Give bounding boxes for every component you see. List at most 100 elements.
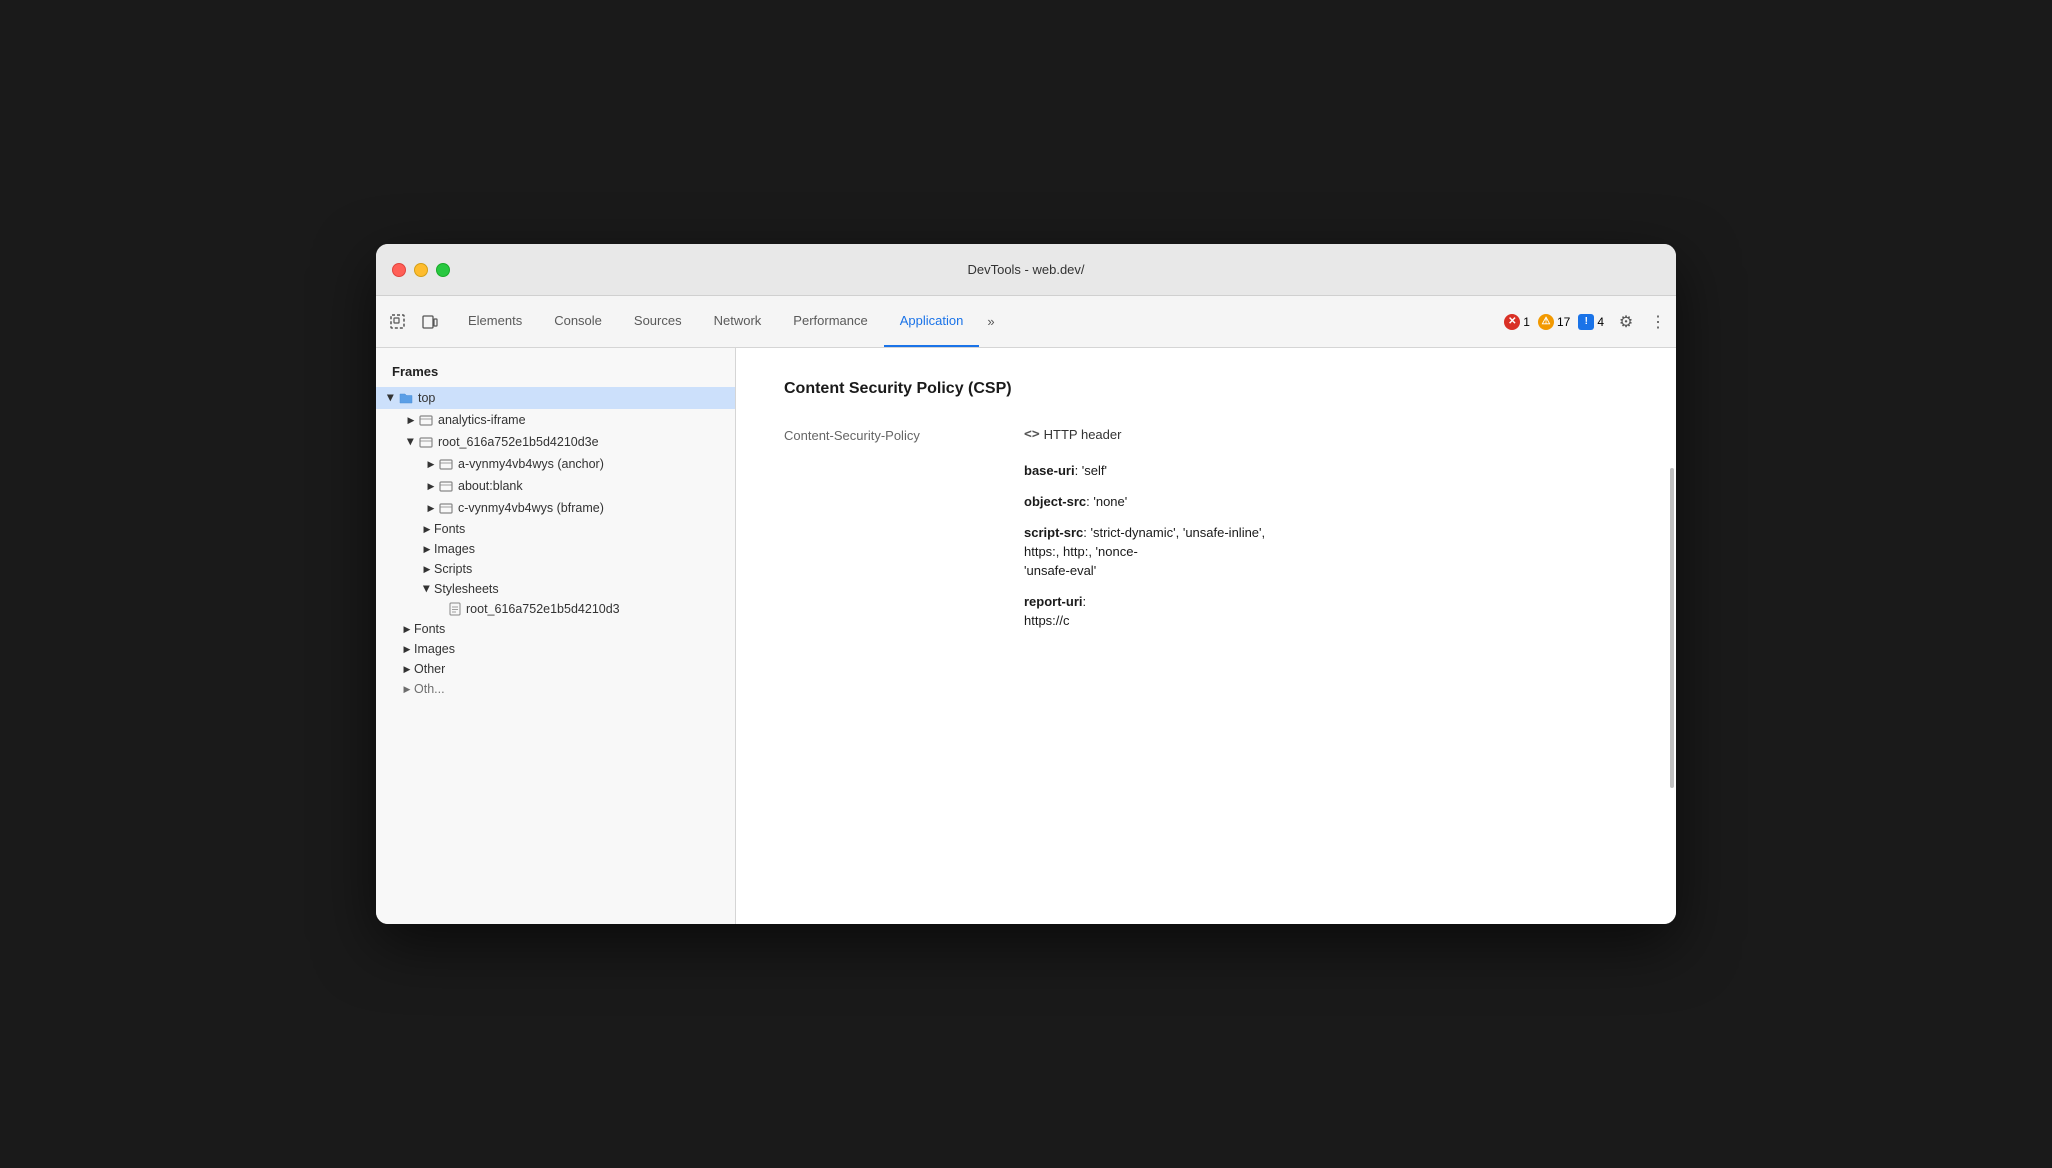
tab-bar: Elements Console Sources Network Perform… [452,296,1504,347]
csp-key-https-c [784,613,984,615]
warning-badge[interactable]: ⚠ 17 [1538,314,1570,330]
tab-network[interactable]: Network [698,296,778,347]
sidebar-label-images-root: Images [434,542,475,556]
csp-value-script-src: script-src: 'strict-dynamic', 'unsafe-in… [1024,525,1628,540]
folder-icon-top [398,390,414,406]
file-icon-stylesheet [448,602,462,616]
folder-icon-root [418,434,434,450]
csp-key-nonce [784,544,984,546]
minimize-button[interactable] [414,263,428,277]
sidebar-item-top[interactable]: ▶ top [376,387,735,409]
csp-row-base-uri: base-uri: 'self' [784,463,1628,478]
csp-row-object-src: object-src: 'none' [784,494,1628,509]
sidebar-item-scripts-root[interactable]: ▶ Scripts [376,559,735,579]
element-picker-button[interactable] [384,308,412,336]
tree-arrow-fonts-top: ▶ [400,622,414,636]
traffic-lights [392,263,450,277]
main-content: Frames ▶ top ▶ analytics-iframe ▶ [376,348,1676,924]
tree-arrow-a-anchor: ▶ [424,457,438,471]
sidebar-label-analytics: analytics-iframe [438,413,526,427]
devtools-window: DevTools - web.dev/ Elements [376,244,1676,924]
content-scrollbar-thumb [1670,468,1674,788]
csp-key-base-uri [784,463,984,465]
sidebar-label-other-2: Oth... [414,682,445,696]
sidebar-item-stylesheets-root[interactable]: ▶ Stylesheets [376,579,735,599]
error-badge[interactable]: ✕ 1 [1504,314,1530,330]
csp-key-script-src [784,525,984,527]
sidebar-item-a-anchor[interactable]: ▶ a-vynmy4vb4wys (anchor) [376,453,735,475]
sidebar-label-scripts-root: Scripts [434,562,472,576]
sidebar-item-root-frame[interactable]: ▶ root_616a752e1b5d4210d3e [376,431,735,453]
titlebar: DevTools - web.dev/ [376,244,1676,296]
content-scrollbar[interactable] [1668,348,1676,924]
sidebar-item-about-blank[interactable]: ▶ about:blank [376,475,735,497]
csp-key-header: Content-Security-Policy [784,426,984,443]
more-options-button[interactable]: ⋮ [1648,308,1668,336]
tree-arrow-stylesheets: ▶ [420,582,434,596]
directive-report-uri: report-uri [1024,594,1083,609]
window-title: DevTools - web.dev/ [967,262,1084,277]
maximize-button[interactable] [436,263,450,277]
csp-row-unsafe-eval: 'unsafe-eval' [784,563,1628,578]
csp-table: Content-Security-Policy <> HTTP header b… [784,426,1628,628]
tree-arrow-analytics: ▶ [404,413,418,427]
info-badge[interactable]: ! 4 [1578,314,1604,330]
csp-value-nonce: https:, http:, 'nonce- [1024,544,1628,559]
csp-row-report-uri: report-uri: [784,594,1628,609]
folder-icon-analytics [418,412,434,428]
tab-elements[interactable]: Elements [452,296,538,347]
sidebar-item-other-top[interactable]: ▶ Other [376,659,735,679]
sidebar-label-images-top: Images [414,642,455,656]
directive-script-src: script-src [1024,525,1083,540]
tab-application[interactable]: Application [884,296,980,347]
sidebar-label-stylesheets: Stylesheets [434,582,499,596]
device-toggle-button[interactable] [416,308,444,336]
warning-icon: ⚠ [1538,314,1554,330]
sidebar-item-fonts-top[interactable]: ▶ Fonts [376,619,735,639]
tab-performance[interactable]: Performance [777,296,883,347]
toolbar-icons [384,308,444,336]
tab-console[interactable]: Console [538,296,618,347]
close-button[interactable] [392,263,406,277]
more-tabs-button[interactable]: » [979,296,1002,347]
sidebar-label-fonts-top: Fonts [414,622,445,636]
folder-icon-about [438,478,454,494]
sidebar-label-other-top: Other [414,662,445,676]
sidebar-label-root: root_616a752e1b5d4210d3e [438,435,599,449]
csp-key-object-src [784,494,984,496]
tree-arrow-c-bframe: ▶ [424,501,438,515]
directive-object-src: object-src [1024,494,1086,509]
error-icon: ✕ [1504,314,1520,330]
sidebar: Frames ▶ top ▶ analytics-iframe ▶ [376,348,736,924]
toolbar-right: ✕ 1 ⚠ 17 ! 4 ⚙ ⋮ [1504,308,1668,336]
sidebar-label-stylesheet-file: root_616a752e1b5d4210d3 [466,602,620,616]
tree-arrow-root: ▶ [404,435,418,449]
tab-sources[interactable]: Sources [618,296,698,347]
tree-arrow-images-root: ▶ [420,542,434,556]
sidebar-item-stylesheet-file[interactable]: root_616a752e1b5d4210d3 [376,599,735,619]
tree-arrow-scripts-root: ▶ [420,562,434,576]
settings-button[interactable]: ⚙ [1612,308,1640,336]
sidebar-header: Frames [376,360,735,387]
csp-title: Content Security Policy (CSP) [784,380,1628,398]
csp-row-nonce: https:, http:, 'nonce- [784,544,1628,559]
toolbar: Elements Console Sources Network Perform… [376,296,1676,348]
sidebar-item-fonts-root[interactable]: ▶ Fonts [376,519,735,539]
code-brackets-icon: <> [1024,427,1040,442]
csp-row-header: Content-Security-Policy <> HTTP header [784,426,1628,443]
directive-base-uri: base-uri [1024,463,1075,478]
csp-key-report-uri [784,594,984,596]
csp-value-header: <> HTTP header [1024,426,1628,442]
tree-arrow-fonts-root: ▶ [420,522,434,536]
tree-arrow-images-top: ▶ [400,642,414,656]
csp-value-base-uri: base-uri: 'self' [1024,463,1628,478]
sidebar-item-images-root[interactable]: ▶ Images [376,539,735,559]
csp-value-https-c: https://c [1024,613,1628,628]
csp-value-object-src: object-src: 'none' [1024,494,1628,509]
sidebar-item-other-2[interactable]: ▶ Oth... [376,679,735,699]
info-icon: ! [1578,314,1594,330]
sidebar-item-c-bframe[interactable]: ▶ c-vynmy4vb4wys (bframe) [376,497,735,519]
sidebar-item-images-top[interactable]: ▶ Images [376,639,735,659]
csp-value-unsafe-eval: 'unsafe-eval' [1024,563,1628,578]
sidebar-item-analytics-iframe[interactable]: ▶ analytics-iframe [376,409,735,431]
